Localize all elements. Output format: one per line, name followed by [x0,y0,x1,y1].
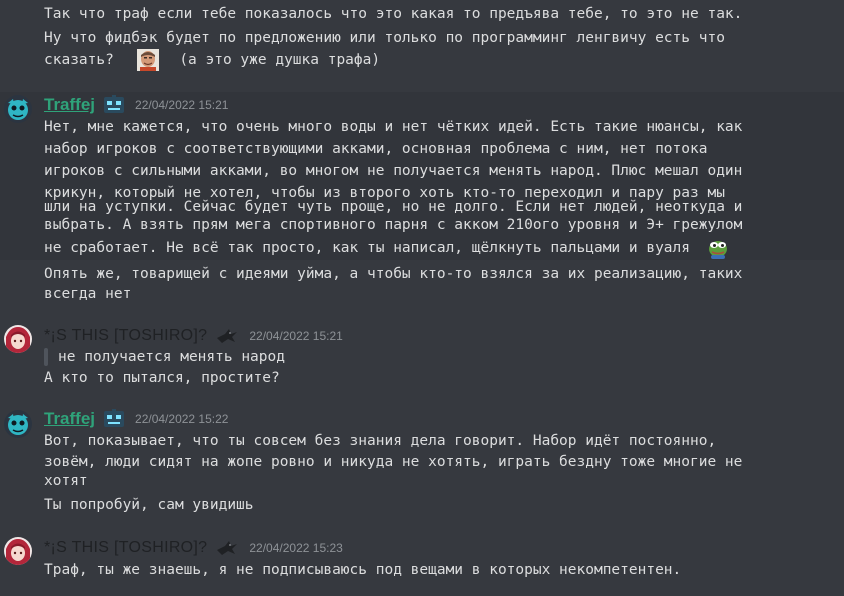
message-line: набор игроков с соответствующими акками,… [44,141,708,157]
message-line: выбрать. А взять прям мега спортивного п… [44,217,743,233]
bird-badge [215,538,239,558]
message-text: не сработает. Не всё так просто, как ты … [44,240,691,256]
robot-face-badge [103,409,125,429]
avatar[interactable] [4,95,32,123]
message-line: Опять же, товарищей с идеями уйма, а что… [44,266,743,282]
username[interactable]: Traffej [44,409,95,429]
chat-log: Так что траф если тебе показалось что эт… [0,0,844,596]
quote-block: не получается менять народ [44,346,285,368]
avatar[interactable] [4,325,32,353]
username[interactable]: *¡S THIS [TOSHIRO]? [44,539,207,557]
red-anime-avatar [4,537,32,565]
robot-face-badge [103,95,125,115]
message-line: Траф, ты же знаешь, я не подписываюсь по… [44,562,682,578]
pepe-frog-emoji [707,237,729,259]
message-line: не сработает. Не всё так просто, как ты … [44,237,826,259]
message-header: Traffej 22/04/2022 15:21 [44,94,228,116]
message-line: игроков с сильными акками, во многом не … [44,163,743,179]
message-line: Ты попробуй, сам увидишь [44,497,254,513]
message-line: сказать? (а это уже душка трафа) [44,49,826,71]
message-line: Нет, мне кажется, что очень много воды и… [44,119,743,135]
message-line: Ну что фидбэк будет по предложению или т… [44,30,725,46]
timestamp[interactable]: 22/04/2022 15:21 [135,98,228,112]
message-header: *¡S THIS [TOSHIRO]? 22/04/2022 15:23 [44,537,343,559]
message-line: всегда нет [44,286,132,302]
message-header: *¡S THIS [TOSHIRO]? 22/04/2022 15:21 [44,325,343,347]
meme-face-emoji [136,49,159,71]
message-text: сказать? [44,52,114,68]
message-line: А кто то пытался, простите? [44,370,280,386]
cyan-mascot-avatar [4,95,32,123]
quote-text: не получается менять народ [58,349,285,365]
message-line: хотят [44,473,88,489]
message-line: Так что траф если тебе показалось что эт… [44,6,743,22]
cyan-mascot-avatar [4,410,32,438]
timestamp[interactable]: 22/04/2022 15:23 [249,541,342,555]
red-anime-avatar [4,325,32,353]
avatar[interactable] [4,410,32,438]
timestamp[interactable]: 22/04/2022 15:21 [249,329,342,343]
quote-bar [44,348,48,366]
username[interactable]: Traffej [44,95,95,115]
bird-badge [215,326,239,346]
message-header: Traffej 22/04/2022 15:22 [44,408,228,430]
avatar[interactable] [4,537,32,565]
username[interactable]: *¡S THIS [TOSHIRO]? [44,327,207,345]
message-line: Вот, показывает, что ты совсем без знани… [44,433,717,449]
timestamp[interactable]: 22/04/2022 15:22 [135,412,228,426]
message-text: (а это уже душка трафа) [179,52,381,68]
